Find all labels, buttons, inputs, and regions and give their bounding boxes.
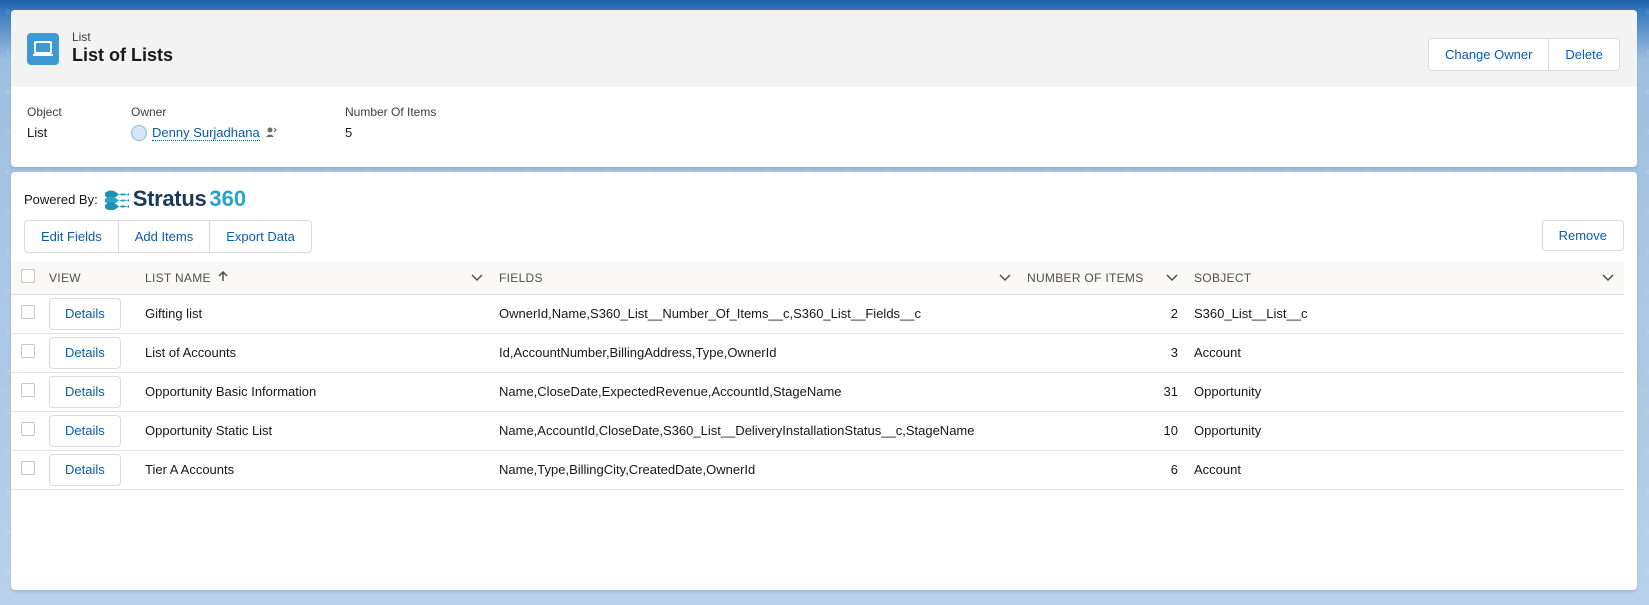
details-button[interactable]: Details	[49, 336, 121, 369]
row-checkbox[interactable]	[21, 305, 35, 319]
fields-cell: Id,AccountNumber,BillingAddress,Type,Own…	[499, 345, 777, 360]
fields-menu-chevron-icon[interactable]	[999, 271, 1011, 285]
owner-link[interactable]: Denny Surjadhana	[152, 125, 260, 141]
details-button[interactable]: Details	[49, 375, 121, 408]
logo-number: 360	[209, 186, 247, 211]
list-name-header-label: List Name	[145, 270, 211, 285]
page-title: List of Lists	[72, 45, 174, 65]
header-top: List List of Lists Change Owner Delete	[11, 10, 1637, 87]
change-owner-icon[interactable]	[265, 126, 277, 141]
details-button[interactable]: Details	[49, 414, 121, 447]
sobject-menu-chevron-icon[interactable]	[1602, 271, 1614, 285]
details-button[interactable]: Details	[49, 297, 121, 330]
row-select-cell	[11, 450, 43, 489]
fields-cell: Name,AccountId,CloseDate,S360_List__Deli…	[499, 423, 975, 438]
row-select-cell	[11, 294, 43, 333]
table-row: Details Gifting list OwnerId,Name,S360_L…	[11, 294, 1624, 333]
list-name-cell: Tier A Accounts	[145, 462, 235, 477]
row-select-cell	[11, 333, 43, 372]
stratus-wave-icon	[104, 190, 129, 210]
view-cell: Details	[43, 372, 139, 411]
stratus360-logo: Stratus 360	[104, 186, 246, 212]
list-entity-icon	[27, 33, 59, 65]
sobject-cell: Opportunity	[1194, 423, 1262, 438]
column-header-number-of-items[interactable]: Number Of Items	[1021, 262, 1188, 294]
logo-text: Stratus	[132, 186, 207, 211]
sobject-cell: Account	[1194, 462, 1241, 477]
details-button[interactable]: Details	[49, 453, 121, 486]
row-checkbox[interactable]	[21, 344, 35, 358]
object-label: Object	[27, 105, 62, 119]
object-value: List	[27, 125, 48, 140]
fields-cell: Name,Type,BillingCity,CreatedDate,OwnerI…	[499, 462, 756, 477]
edit-fields-button[interactable]: Edit Fields	[25, 221, 118, 252]
table-row: Details Tier A Accounts Name,Type,Billin…	[11, 450, 1624, 489]
row-select-cell	[11, 372, 43, 411]
list-card: Powered By: Stratus 360 Edit Fields Add I…	[11, 172, 1637, 590]
toolbar-buttons: Edit Fields Add Items Export Data	[24, 220, 312, 253]
highlight-owner: Owner Denny Surjadhana	[131, 105, 277, 141]
powered-by: Powered By: Stratus 360	[24, 186, 246, 212]
select-all-cell	[11, 262, 43, 294]
column-header-list-name[interactable]: List Name	[139, 262, 493, 294]
export-data-button[interactable]: Export Data	[209, 221, 311, 252]
select-all-checkbox[interactable]	[21, 269, 35, 284]
number-of-items-cell: 31	[1163, 384, 1178, 399]
table-header-row: View List Name Fields	[11, 262, 1624, 294]
list-name-cell: Gifting list	[145, 306, 203, 321]
number-of-items-cell: 6	[1170, 462, 1178, 477]
remove-button[interactable]: Remove	[1541, 220, 1624, 251]
owner-label: Owner	[131, 105, 167, 119]
fields-header-label: Fields	[499, 270, 543, 285]
highlights-panel: Object List Owner Denny Surjadhana Numbe…	[11, 87, 1637, 167]
number-of-items-cell: 2	[1170, 306, 1178, 321]
items-label: Number Of Items	[345, 105, 437, 119]
highlight-number-of-items: Number Of Items 5	[345, 105, 436, 140]
table-row: Details List of Accounts Id,AccountNumbe…	[11, 333, 1624, 372]
table-row: Details Opportunity Basic Information Na…	[11, 372, 1624, 411]
table-row: Details Opportunity Static List Name,Acc…	[11, 411, 1624, 450]
row-checkbox[interactable]	[21, 383, 35, 397]
row-checkbox[interactable]	[21, 461, 35, 475]
add-items-button[interactable]: Add Items	[117, 221, 210, 252]
list-name-cell: Opportunity Basic Information	[145, 384, 317, 399]
view-cell: Details	[43, 333, 139, 372]
number-of-items-cell: 10	[1163, 423, 1178, 438]
number-of-items-menu-chevron-icon[interactable]	[1166, 271, 1178, 285]
view-cell: Details	[43, 450, 139, 489]
items-value: 5	[345, 125, 353, 140]
change-owner-button[interactable]: Change Owner	[1428, 39, 1549, 70]
powered-by-label: Powered By:	[24, 191, 98, 207]
fields-cell: Name,CloseDate,ExpectedRevenue,AccountId…	[499, 384, 842, 399]
list-name-cell: List of Accounts	[145, 345, 237, 360]
row-checkbox[interactable]	[21, 422, 35, 436]
list-name-cell: Opportunity Static List	[145, 423, 273, 438]
column-header-view: View	[49, 270, 81, 285]
number-of-items-cell: 3	[1170, 345, 1178, 360]
remove-wrap: Remove	[1541, 220, 1624, 251]
record-header: List List of Lists Change Owner Delete O…	[11, 10, 1637, 167]
number-of-items-header-label: Number Of Items	[1027, 270, 1144, 285]
column-header-sobject[interactable]: SObject	[1188, 262, 1624, 294]
row-select-cell	[11, 411, 43, 450]
view-cell: Details	[43, 411, 139, 450]
owner-avatar	[131, 125, 147, 141]
lists-table: View List Name Fields	[11, 262, 1624, 490]
owner-value: Denny Surjadhana	[131, 125, 277, 141]
list-name-menu-chevron-icon[interactable]	[471, 271, 483, 285]
sobject-cell: Opportunity	[1194, 384, 1262, 399]
list-toolbar: Edit Fields Add Items Export Data	[24, 220, 312, 253]
header-actions: Change Owner Delete	[1427, 38, 1620, 71]
sobject-header-label: SObject	[1194, 270, 1252, 285]
delete-button[interactable]: Delete	[1548, 39, 1619, 70]
view-cell: Details	[43, 294, 139, 333]
sobject-cell: Account	[1194, 345, 1241, 360]
sobject-cell: S360_List__List__c	[1194, 306, 1308, 321]
entity-label: List	[72, 30, 91, 44]
highlight-object: Object List	[27, 105, 62, 140]
fields-cell: OwnerId,Name,S360_List__Number_Of_Items_…	[499, 306, 922, 321]
sort-ascending-icon	[218, 270, 229, 285]
column-header-fields[interactable]: Fields	[493, 262, 1021, 294]
